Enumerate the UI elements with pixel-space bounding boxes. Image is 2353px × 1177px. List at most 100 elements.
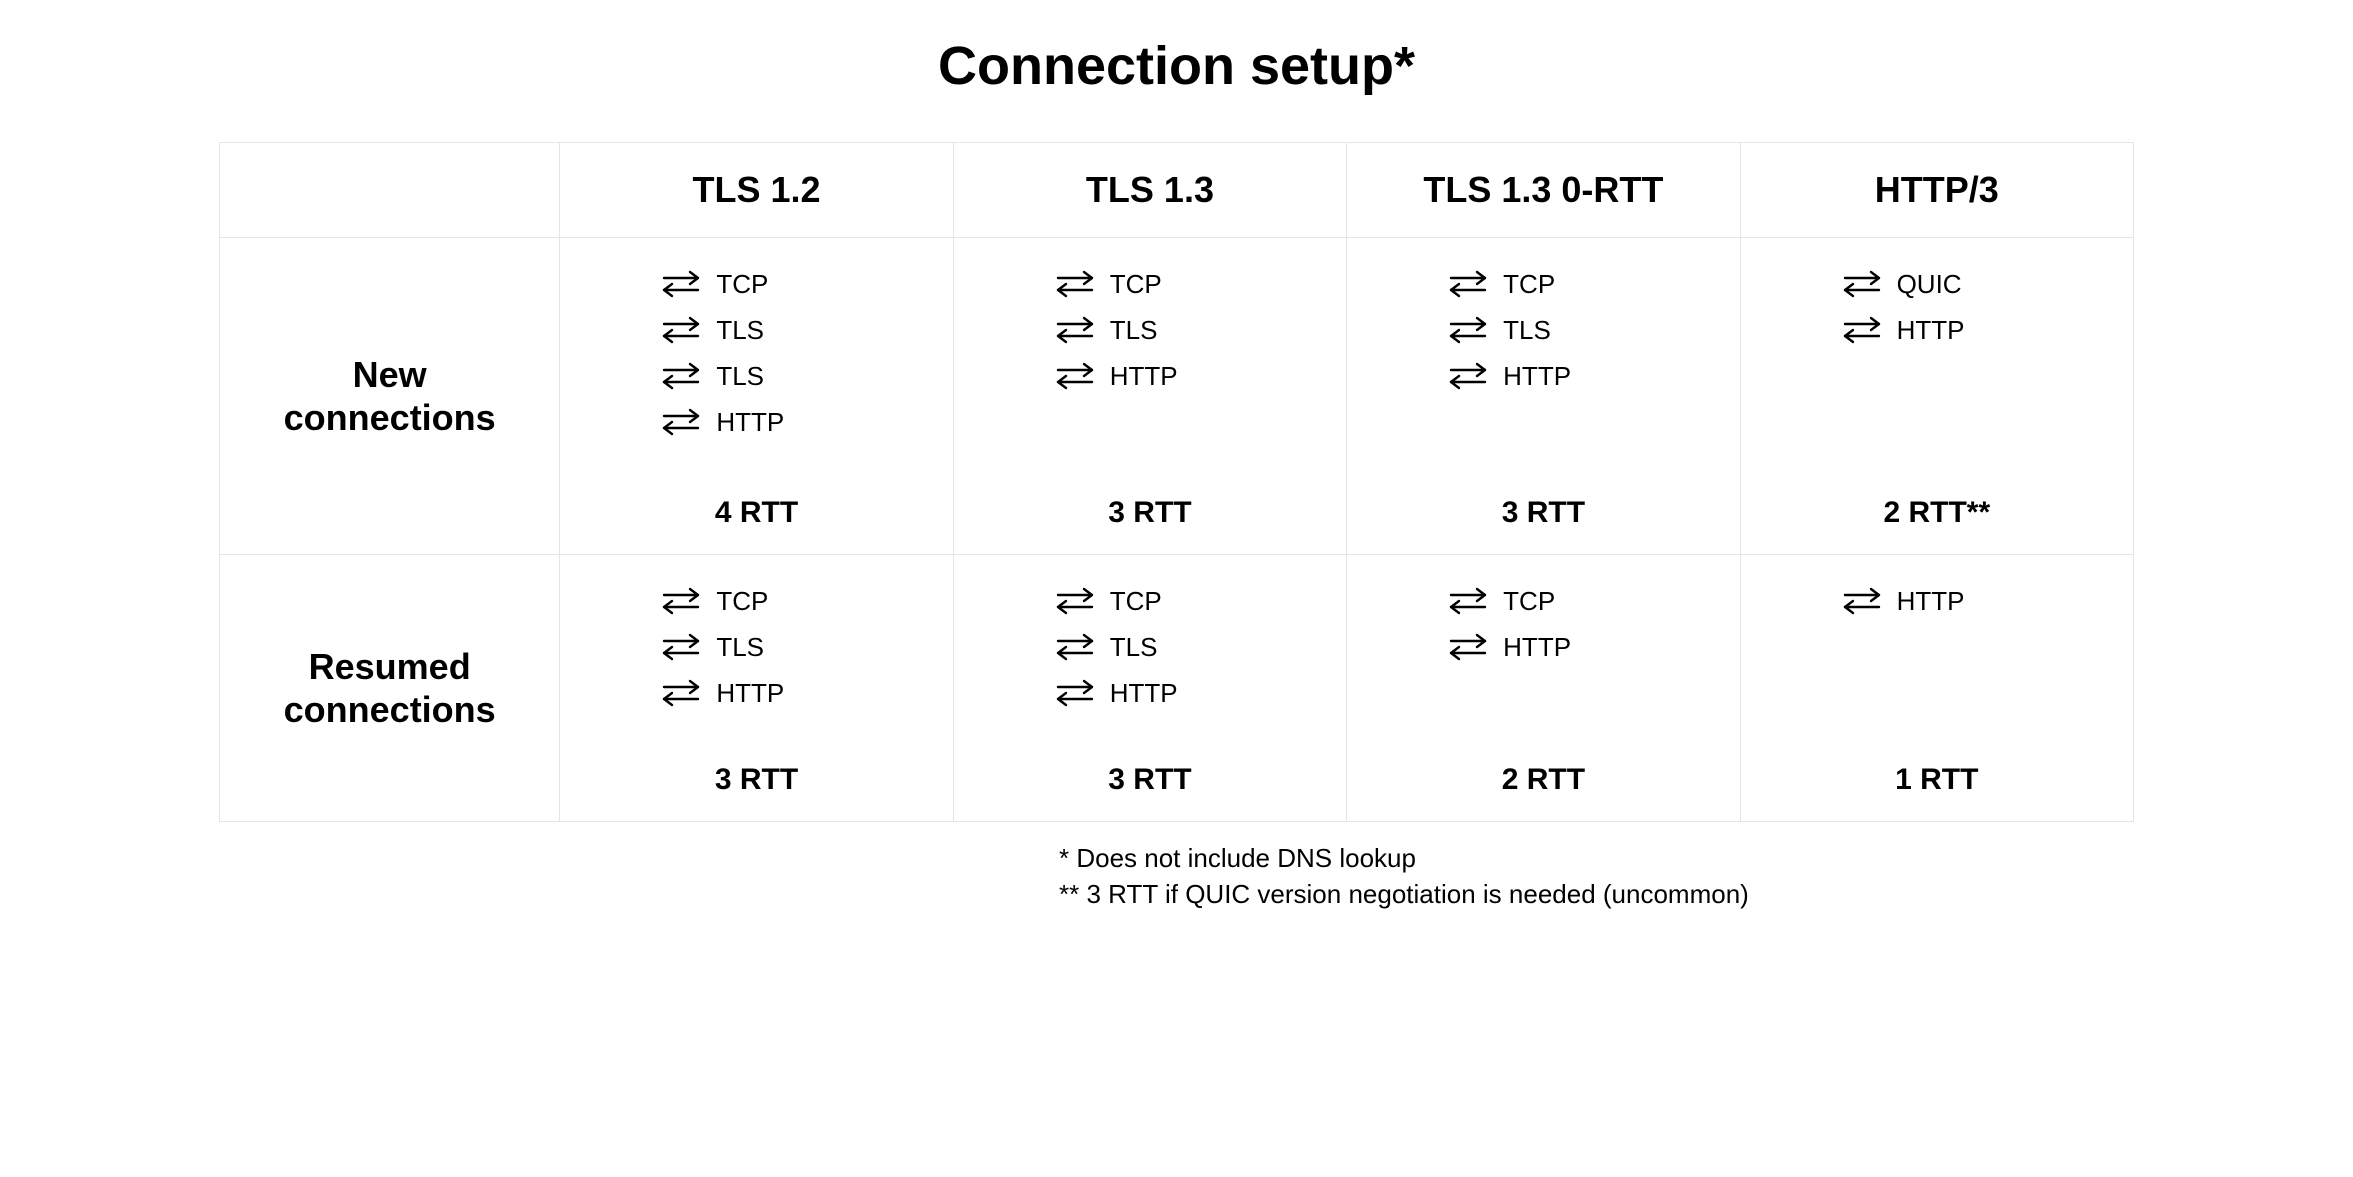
step-label: HTTP: [1897, 586, 1965, 617]
cell-new-tls13-0rtt: TCP TLS HTTP 3 RTT: [1347, 238, 1740, 555]
row-resumed-connections: Resumed connections TCP TLS HTTP 3 RTT: [220, 555, 2134, 822]
header-row: TLS 1.2 TLS 1.3 TLS 1.3 0-RTT HTTP/3: [220, 143, 2134, 238]
cell-new-tls12: TCP TLS TLS HTTP 4 RTT: [560, 238, 953, 555]
step-label: TCP: [716, 269, 768, 300]
step: TCP: [660, 268, 952, 300]
bidirectional-arrow-icon: [660, 268, 702, 300]
bidirectional-arrow-icon: [1841, 268, 1883, 300]
step: HTTP: [1841, 585, 2133, 617]
steps: HTTP: [1741, 585, 2133, 735]
rtt-value: 1 RTT: [1741, 763, 2133, 797]
step: TCP: [1054, 585, 1346, 617]
footnote-2: ** 3 RTT if QUIC version negotiation is …: [1059, 876, 2134, 912]
bidirectional-arrow-icon: [660, 406, 702, 438]
step-label: HTTP: [716, 678, 784, 709]
step: HTTP: [660, 406, 952, 438]
rowhead-resumed: Resumed connections: [220, 555, 560, 822]
step: TLS: [660, 631, 952, 663]
step: QUIC: [1841, 268, 2133, 300]
header-tls12: TLS 1.2: [560, 143, 953, 238]
header-http3: HTTP/3: [1740, 143, 2133, 238]
steps: TCP HTTP: [1347, 585, 1739, 735]
step: TCP: [660, 585, 952, 617]
steps: TCP TLS TLS HTTP: [560, 268, 952, 468]
step-label: TCP: [1110, 586, 1162, 617]
step: HTTP: [1447, 360, 1739, 392]
bidirectional-arrow-icon: [660, 631, 702, 663]
step-label: TCP: [716, 586, 768, 617]
step: HTTP: [1841, 314, 2133, 346]
step: TCP: [1447, 585, 1739, 617]
rowhead-new-line2: connections: [220, 396, 559, 439]
step-label: TLS: [716, 361, 764, 392]
step: TLS: [660, 314, 952, 346]
step-label: HTTP: [1503, 632, 1571, 663]
step-label: HTTP: [1110, 678, 1178, 709]
cell-resumed-http3: HTTP 1 RTT: [1740, 555, 2133, 822]
page-title: Connection setup*: [0, 35, 2353, 97]
step-label: HTTP: [716, 407, 784, 438]
rowhead-new-line1: New: [220, 353, 559, 396]
step: HTTP: [1054, 360, 1346, 392]
cell-resumed-tls12: TCP TLS HTTP 3 RTT: [560, 555, 953, 822]
bidirectional-arrow-icon: [1447, 585, 1489, 617]
step: TLS: [1447, 314, 1739, 346]
footnotes: * Does not include DNS lookup ** 3 RTT i…: [219, 840, 2134, 913]
rowhead-resumed-line1: Resumed: [220, 645, 559, 688]
cell-resumed-tls13-0rtt: TCP HTTP 2 RTT: [1347, 555, 1740, 822]
bidirectional-arrow-icon: [1054, 585, 1096, 617]
bidirectional-arrow-icon: [660, 585, 702, 617]
step-label: HTTP: [1110, 361, 1178, 392]
step: TCP: [1447, 268, 1739, 300]
step: TLS: [1054, 631, 1346, 663]
bidirectional-arrow-icon: [1841, 314, 1883, 346]
bidirectional-arrow-icon: [1054, 314, 1096, 346]
rtt-value: 3 RTT: [954, 763, 1346, 797]
steps: TCP TLS HTTP: [954, 585, 1346, 735]
step-label: TLS: [1110, 632, 1158, 663]
steps: TCP TLS HTTP: [1347, 268, 1739, 468]
header-tls13: TLS 1.3: [953, 143, 1346, 238]
step-label: HTTP: [1897, 315, 1965, 346]
steps: TCP TLS HTTP: [954, 268, 1346, 468]
steps: QUIC HTTP: [1741, 268, 2133, 468]
step: HTTP: [1054, 677, 1346, 709]
step-label: TLS: [716, 315, 764, 346]
bidirectional-arrow-icon: [1447, 314, 1489, 346]
rtt-value: 4 RTT: [560, 496, 952, 530]
step-label: TLS: [716, 632, 764, 663]
step: HTTP: [660, 677, 952, 709]
bidirectional-arrow-icon: [1447, 268, 1489, 300]
page: Connection setup* TLS 1.2 TLS 1.3 TLS 1.…: [0, 0, 2353, 913]
step-label: TLS: [1110, 315, 1158, 346]
steps: TCP TLS HTTP: [560, 585, 952, 735]
step: HTTP: [1447, 631, 1739, 663]
connection-table: TLS 1.2 TLS 1.3 TLS 1.3 0-RTT HTTP/3 New…: [219, 142, 2134, 822]
rowhead-resumed-line2: connections: [220, 688, 559, 731]
bidirectional-arrow-icon: [660, 314, 702, 346]
bidirectional-arrow-icon: [1447, 360, 1489, 392]
step: TLS: [660, 360, 952, 392]
footnote-1: * Does not include DNS lookup: [1059, 840, 2134, 876]
row-new-connections: New connections TCP TLS TLS HTTP: [220, 238, 2134, 555]
table-wrap: TLS 1.2 TLS 1.3 TLS 1.3 0-RTT HTTP/3 New…: [219, 142, 2134, 822]
rtt-value: 3 RTT: [560, 763, 952, 797]
bidirectional-arrow-icon: [1054, 268, 1096, 300]
step: TCP: [1054, 268, 1346, 300]
bidirectional-arrow-icon: [1054, 631, 1096, 663]
step-label: TCP: [1503, 269, 1555, 300]
bidirectional-arrow-icon: [1054, 360, 1096, 392]
cell-new-http3: QUIC HTTP 2 RTT**: [1740, 238, 2133, 555]
bidirectional-arrow-icon: [1054, 677, 1096, 709]
rowhead-new: New connections: [220, 238, 560, 555]
step-label: HTTP: [1503, 361, 1571, 392]
bidirectional-arrow-icon: [660, 677, 702, 709]
step-label: TLS: [1503, 315, 1551, 346]
step: TLS: [1054, 314, 1346, 346]
step-label: TCP: [1503, 586, 1555, 617]
header-empty: [220, 143, 560, 238]
bidirectional-arrow-icon: [1447, 631, 1489, 663]
bidirectional-arrow-icon: [1841, 585, 1883, 617]
cell-resumed-tls13: TCP TLS HTTP 3 RTT: [953, 555, 1346, 822]
rtt-value: 3 RTT: [954, 496, 1346, 530]
